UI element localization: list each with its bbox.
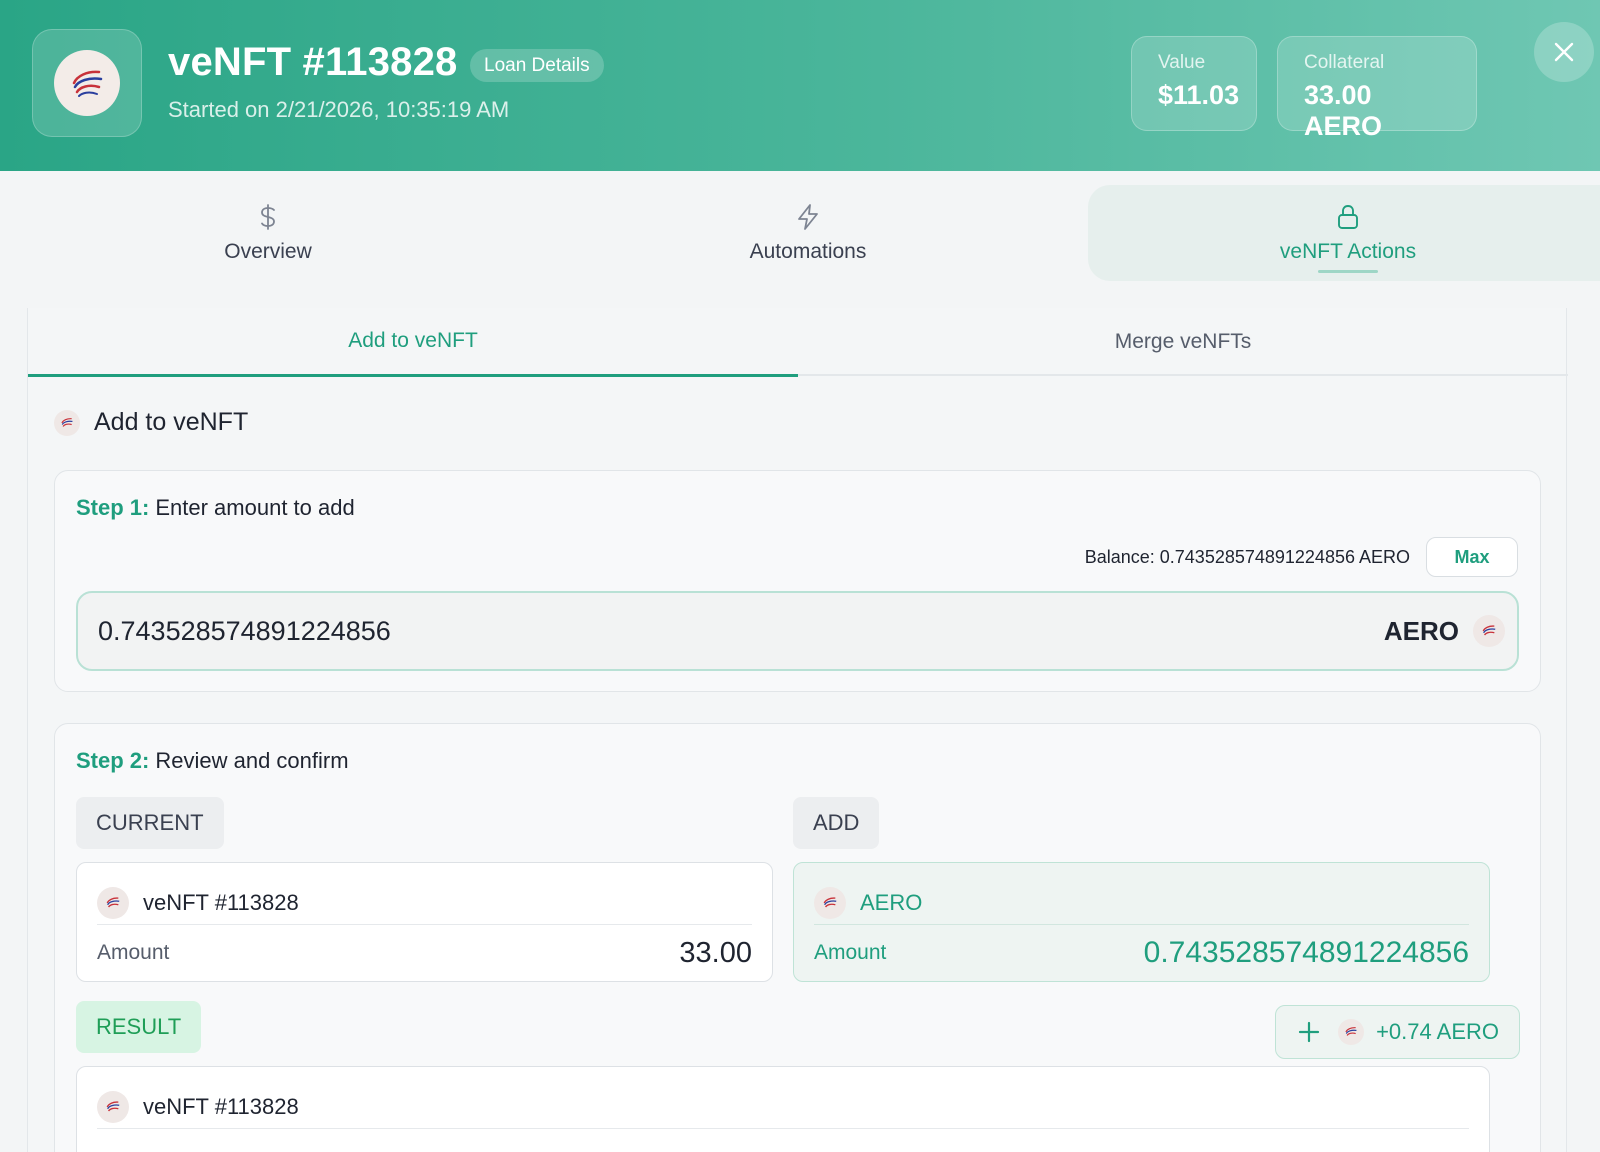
collateral-stat-card: Collateral 33.00 AERO — [1277, 36, 1477, 141]
amount-input[interactable] — [98, 593, 1198, 669]
lightning-icon — [795, 202, 821, 232]
amount-value: 33.00 — [679, 936, 752, 969]
box-header: veNFT #113828 — [97, 881, 752, 925]
current-venft-box: veNFT #113828 Amount 33.00 — [76, 862, 773, 982]
amount-value: 0.743528574891224856 — [1143, 936, 1469, 969]
box-header: AERO — [814, 881, 1469, 925]
current-label: CURRENT — [76, 797, 224, 849]
step2-heading: Step 2: Review and confirm — [76, 748, 349, 774]
result-label: RESULT — [76, 1001, 202, 1053]
stat-label: Value — [1158, 52, 1206, 73]
add-label: ADD — [793, 797, 880, 849]
tab-label: Automations — [749, 240, 867, 263]
active-tab-indicator — [1318, 270, 1378, 273]
box-header: veNFT #113828 — [97, 1085, 1469, 1129]
delta-badge: +0.74 AERO — [1275, 1005, 1520, 1059]
aero-logo-icon — [54, 50, 120, 116]
section-title: Add to veNFT — [54, 408, 248, 437]
step-number: Step 2: — [76, 748, 150, 773]
tab-automations[interactable]: Automations — [548, 185, 1068, 281]
token-selector: AERO — [1384, 593, 1505, 669]
amount-label: Amount — [97, 941, 170, 964]
delta-text: +0.74 AERO — [1376, 1019, 1499, 1044]
result-venft-box: veNFT #113828 — [76, 1066, 1490, 1152]
page-title: veNFT #113828 — [168, 40, 458, 84]
token-symbol: AERO — [1383, 615, 1459, 646]
max-button[interactable]: Max — [1426, 537, 1518, 577]
step1-heading: Step 1: Enter amount to add — [76, 495, 355, 521]
tab-overview[interactable]: Overview — [8, 185, 528, 281]
amount-label: Amount — [814, 941, 887, 964]
subtab-add-to-venft[interactable]: Add to veNFT — [28, 308, 798, 377]
step-text: Review and confirm — [155, 748, 349, 773]
aero-logo-icon — [1338, 1019, 1365, 1045]
close-icon — [1554, 42, 1574, 62]
aero-logo-icon — [1473, 615, 1505, 647]
venft-name: veNFT #113828 — [143, 889, 299, 915]
step2-card: Step 2: Review and confirm CURRENT ADD ve… — [54, 723, 1541, 1152]
subtab-merge-venfts[interactable]: Merge veNFTs — [798, 308, 1568, 376]
venft-name: veNFT #113828 — [143, 1093, 299, 1119]
close-button[interactable] — [1534, 22, 1594, 82]
add-token-box: AERO Amount 0.743528574891224856 — [793, 862, 1490, 982]
aero-logo-icon — [97, 886, 129, 919]
section-title-text: Add to veNFT — [94, 408, 249, 436]
tab-label: Overview — [224, 240, 312, 263]
tab-label: veNFT Actions — [1279, 240, 1417, 263]
loan-details-badge: Loan Details — [470, 49, 604, 82]
value-stat-card: Value $11.03 — [1131, 36, 1257, 131]
plus-icon — [1298, 1021, 1320, 1043]
aero-logo-icon — [54, 409, 80, 436]
balance-row: Balance: 0.743528574891224856 AERO Max — [1085, 537, 1518, 577]
tab-venft-actions[interactable]: veNFT Actions — [1088, 185, 1600, 281]
venft-actions-panel: Add to veNFT Merge veNFTs Add to veNFT S… — [27, 308, 1568, 1152]
step-number: Step 1: — [76, 495, 150, 520]
aero-logo-icon — [97, 1090, 129, 1123]
amount-row: Amount 0.743528574891224856 — [814, 931, 1469, 975]
balance-text: Balance: 0.743528574891224856 AERO — [1084, 546, 1410, 567]
venft-logo-tile — [32, 29, 142, 137]
token-name: AERO — [860, 889, 923, 915]
stat-value: 33.00 AERO — [1304, 80, 1383, 141]
amount-input-wrapper: AERO — [76, 591, 1519, 671]
stat-label: Collateral — [1304, 52, 1385, 73]
main-tab-bar: Overview Automations veNFT Actions — [0, 171, 1600, 291]
step1-card: Step 1: Enter amount to add Balance: 0.74… — [54, 470, 1541, 692]
loan-header: veNFT #113828 Loan Details Started on 2/… — [0, 0, 1600, 171]
aero-logo-icon — [814, 886, 846, 919]
started-timestamp: Started on 2/21/2026, 10:35:19 AM — [168, 97, 510, 122]
lock-icon — [1336, 202, 1360, 232]
sub-tab-bar: Add to veNFT Merge veNFTs — [28, 308, 1568, 377]
stat-value: $11.03 — [1158, 80, 1240, 110]
amount-row: Amount 33.00 — [97, 931, 752, 975]
dollar-icon — [258, 202, 278, 232]
step-text: Enter amount to add — [155, 495, 355, 520]
